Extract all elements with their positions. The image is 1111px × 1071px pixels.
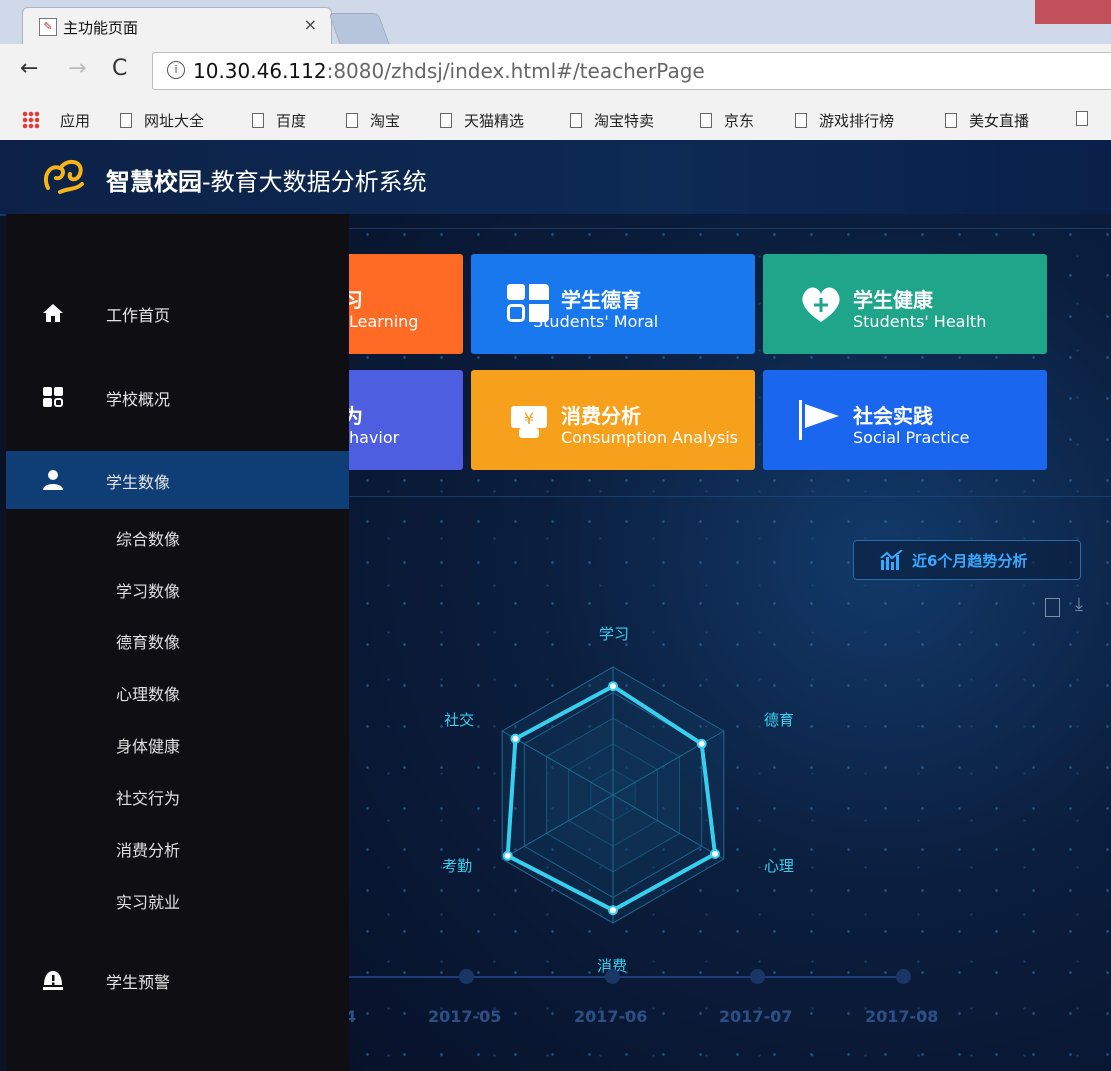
radar-label: 心理 [763,857,794,875]
sidebar-item-home[interactable]: 工作首页 [6,284,349,342]
back-arrow-icon[interactable]: ← [20,56,38,81]
sidebar-item-label: 学校概况 [106,390,171,409]
timeline-label[interactable]: 2017-05 [428,1007,501,1026]
forward-arrow-icon[interactable]: → [68,56,86,81]
sidebar-item-label: 工作首页 [106,306,171,325]
sidebar-subitem[interactable]: 消费分析 [116,837,180,861]
address-bar: ← → C i 10.30.46.112:8080/zhdsj/index.ht… [0,44,1111,100]
home-icon [43,304,63,322]
window-close-button[interactable] [1035,0,1111,24]
bookmark-item[interactable]: 网址大全 [120,110,204,131]
page-icon [120,113,132,128]
sidebar: 工作首页 学校概况 学生数像 综合数像 学习数像 德育数像 心理数像 身体健康 … [6,214,349,1071]
new-tab-button[interactable] [328,13,390,44]
page-icon [346,113,358,128]
timeline-label[interactable]: 2017-08 [865,1007,938,1026]
bookmark-item[interactable]: 淘宝 [346,110,400,131]
tab-title: 主功能页面 [63,19,139,37]
page-icon [252,113,264,128]
browser-tab[interactable]: ✎ 主功能页面 × [22,7,332,45]
radar-point[interactable] [608,681,618,692]
browser-tab-bar: ✎ 主功能页面 × [0,0,1111,45]
sidebar-subitem[interactable]: 学习数像 [116,578,180,602]
page-icon [700,113,712,128]
page-icon [1076,111,1088,126]
radar-label: 德育 [763,711,794,729]
radar-point[interactable] [502,850,513,861]
sidebar-subitem[interactable]: 心理数像 [116,681,180,705]
bookmarks-bar: 应用 网址大全 百度 淘宝 天猫精选 淘宝特卖 京东 游戏排行榜 美女直播 [0,100,1111,141]
bookmark-item[interactable]: 天猫精选 [440,110,524,131]
timeline-dot[interactable] [750,969,765,984]
sidebar-subitem[interactable]: 德育数像 [116,629,180,653]
timeline-label[interactable]: 2017-06 [574,1007,647,1026]
sidebar-item-label: 学生数像 [106,473,171,492]
page-icon [440,113,452,128]
sidebar-item-label: 学生预警 [106,973,171,992]
tab-favicon-icon: ✎ [39,18,57,36]
bookmark-overflow[interactable] [1076,110,1100,128]
timeline-dot[interactable] [459,969,474,984]
bookmark-apps[interactable]: 应用 [60,110,90,131]
timeline-dot[interactable] [896,969,911,984]
timeline-label[interactable]: 4 [349,1007,356,1026]
sidebar-item-student-profile[interactable]: 学生数像 [6,451,349,509]
bookmark-item[interactable]: 百度 [252,110,306,131]
url-text: 10.30.46.112:8080/zhdsj/index.html#/teac… [193,59,705,83]
user-icon [43,470,63,490]
radar-label: 学习 [599,625,630,643]
app-header: 智慧校园-教育大数据分析系统 [0,140,1111,216]
sidebar-item-school-overview[interactable]: 学校概况 [6,368,349,426]
page-icon [795,113,807,128]
page-icon [945,113,957,128]
reload-icon[interactable]: C [112,56,127,81]
sidebar-item-student-warning[interactable]: 学生预警 [6,951,349,1009]
radar-label: 考勤 [442,857,473,875]
sidebar-subitem[interactable]: 身体健康 [116,733,180,757]
radar-point[interactable] [709,848,720,859]
radar-label: 社交 [444,711,475,729]
radar-point[interactable] [696,738,707,749]
page-icon [570,113,582,128]
sidebar-subitem[interactable]: 社交行为 [116,785,180,809]
timeline-dot[interactable] [605,969,620,984]
bookmark-item[interactable]: 美女直播 [945,110,1029,131]
sidebar-subitem[interactable]: 综合数像 [116,526,180,550]
bookmark-item[interactable]: 游戏排行榜 [795,110,894,131]
sidebar-subitem[interactable]: 实习就业 [116,889,180,913]
url-input[interactable]: i 10.30.46.112:8080/zhdsj/index.html#/te… [152,52,1111,90]
school-logo-icon [43,159,84,194]
tab-close-icon[interactable]: × [304,15,317,34]
bookmark-item[interactable]: 淘宝特卖 [570,110,654,131]
bookmark-item[interactable]: 京东 [700,110,754,131]
radar-point[interactable] [510,733,521,744]
grid-icon [43,387,63,407]
warning-icon [43,971,63,990]
timeline-axis [349,976,909,978]
timeline-label[interactable]: 2017-07 [719,1007,792,1026]
info-icon[interactable]: i [167,61,185,79]
apps-grid-icon[interactable] [22,111,40,129]
radar-point[interactable] [608,905,618,916]
main-content: 习 Learning 学生德育 Students' Moral 学生健康 Stu… [349,214,1111,1071]
app-title: 智慧校园-教育大数据分析系统 [106,168,427,196]
